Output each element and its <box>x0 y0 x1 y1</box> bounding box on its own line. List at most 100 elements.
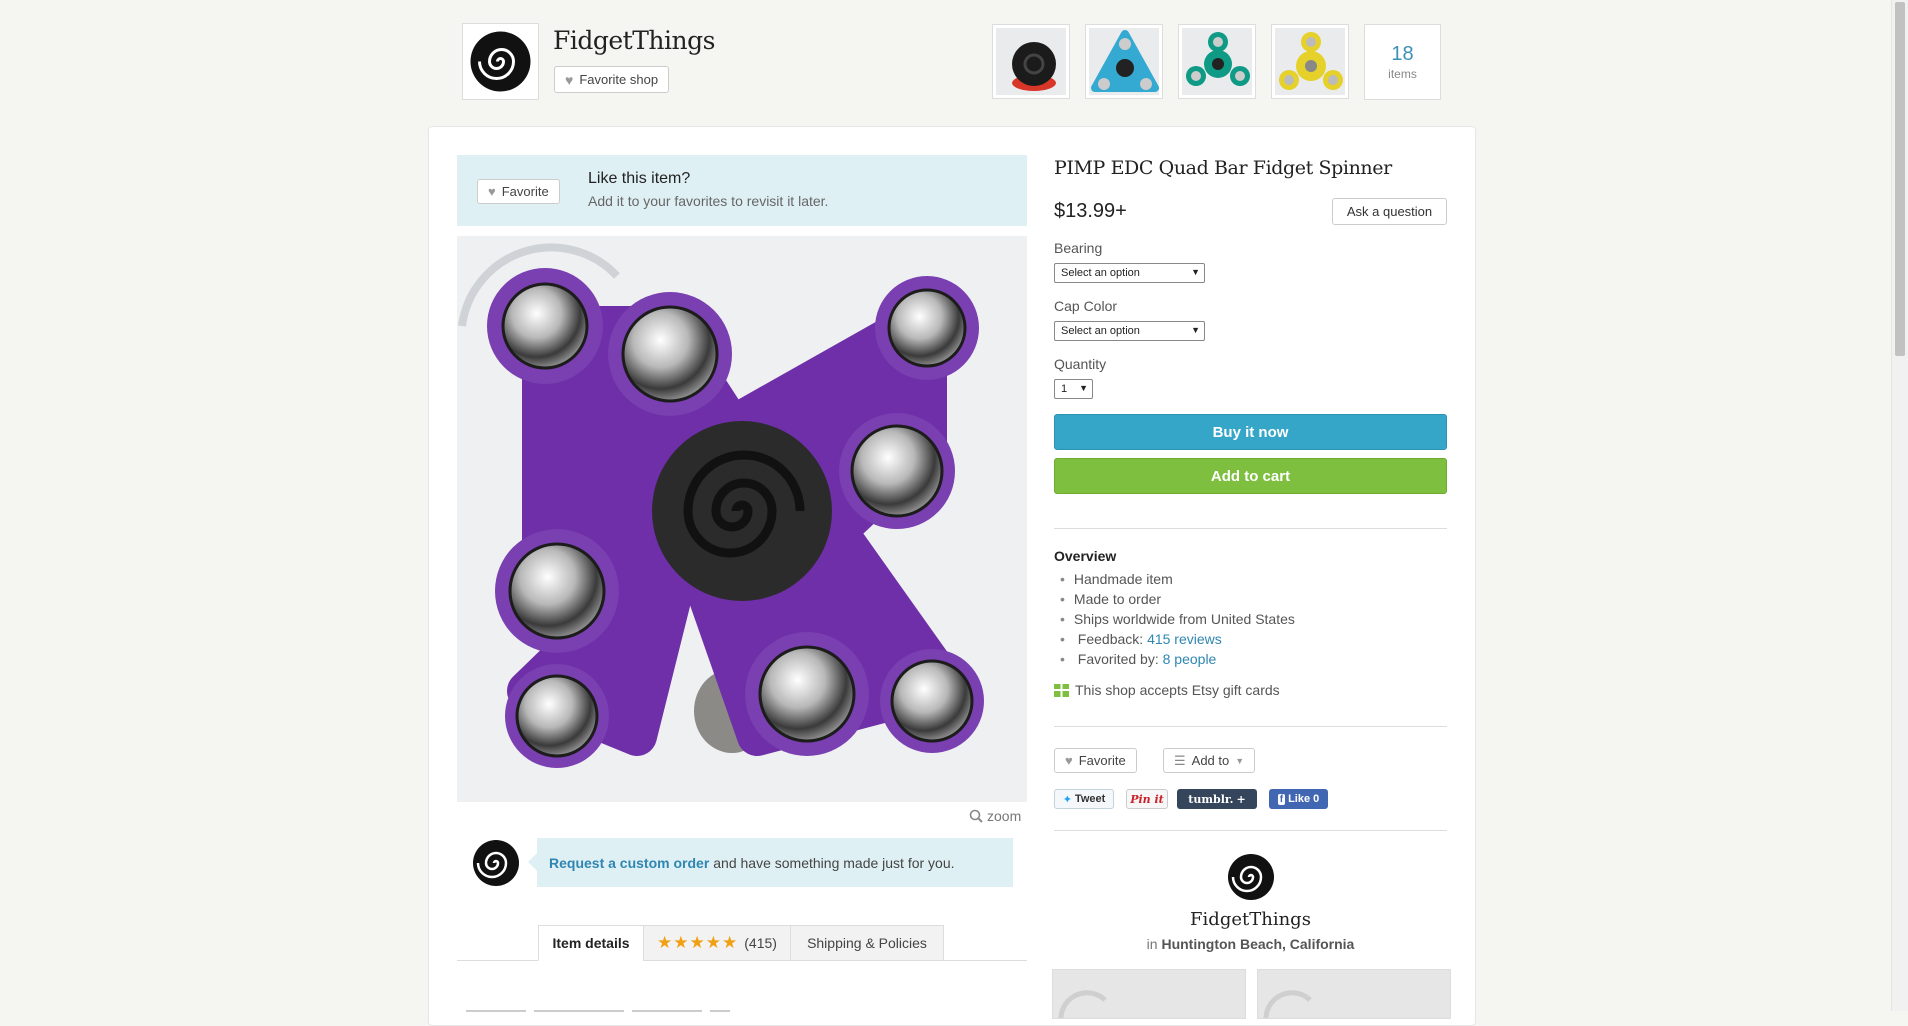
cap-color-label: Cap Color <box>1054 298 1118 314</box>
black-spinner-thumb <box>1012 42 1056 91</box>
like-item-banner: ♥ Favorite Like this item? Add it to you… <box>457 155 1027 226</box>
tweet-button[interactable]: ✦ Tweet <box>1054 789 1114 809</box>
feedback-label: Feedback: <box>1077 631 1144 647</box>
shop-item-thumb-2[interactable] <box>1085 24 1163 99</box>
gift-card-icon <box>1054 683 1069 697</box>
shop-item-thumb-1[interactable] <box>992 24 1070 99</box>
spiral-watermark-icon <box>1263 990 1312 1018</box>
like-banner-title: Like this item? <box>588 170 691 187</box>
custom-order-prompt: Request a custom order and have somethin… <box>528 838 1013 887</box>
favorite-button[interactable]: ♥ Favorite <box>1054 748 1137 773</box>
section-divider <box>1054 726 1447 727</box>
blue-spinner-thumb <box>1091 30 1159 92</box>
chevron-down-icon: ▼ <box>1235 755 1245 766</box>
add-to-list-button[interactable]: ☰ Add to ▼ <box>1163 748 1256 773</box>
add-to-cart-button[interactable]: Add to cart <box>1054 458 1447 494</box>
quantity-select[interactable]: 1 ▼ <box>1054 379 1093 399</box>
scrollbar-thumb[interactable] <box>1895 2 1905 356</box>
tab-reviews[interactable]: ★★★★★ (415) <box>643 925 791 961</box>
tweet-label: Tweet <box>1074 793 1106 805</box>
tumblr-label: tumblr. <box>1188 792 1234 806</box>
bearing-select[interactable]: Select an option ▼ <box>1054 263 1205 283</box>
facebook-like-label: Like 0 <box>1288 793 1320 805</box>
zoom-button[interactable]: zoom <box>969 808 1021 824</box>
list-item: Favorited by: 8 people <box>1060 649 1295 669</box>
tab-item-details[interactable]: Item details <box>538 925 644 961</box>
bearing-select-value: Select an option <box>1061 267 1140 279</box>
rating-stars-icon: ★★★★★ <box>657 933 739 952</box>
handmade-item-text: Handmade item <box>1073 571 1173 587</box>
shop-item-thumb-4[interactable] <box>1271 24 1349 99</box>
spiral-logo-icon <box>473 840 519 886</box>
shop-card-name[interactable]: FidgetThings <box>1054 909 1447 930</box>
favorite-button-label: Favorite <box>1078 753 1126 768</box>
facebook-like-button[interactable]: f Like 0 <box>1269 789 1328 809</box>
list-icon: ☰ <box>1174 752 1186 768</box>
location-name: Huntington Beach, California <box>1161 936 1355 952</box>
list-item: Made to order <box>1060 589 1295 609</box>
purple-fidget-spinner-image <box>457 236 1027 802</box>
product-main-image[interactable] <box>457 236 1027 802</box>
request-custom-order-link[interactable]: Request a custom order <box>549 855 709 871</box>
gift-cards-notice: This shop accepts Etsy gift cards <box>1054 682 1280 698</box>
shop-location: in Huntington Beach, California <box>1054 936 1447 952</box>
overview-list: Handmade item Made to order Ships worldw… <box>1060 569 1295 669</box>
heart-icon: ♥ <box>488 184 496 199</box>
dropdown-arrow-icon: ▼ <box>1191 325 1200 335</box>
buy-it-now-button[interactable]: Buy it now <box>1054 414 1447 450</box>
favorited-by-label: Favorited by: <box>1077 651 1159 667</box>
favorited-by-link[interactable]: 8 people <box>1163 651 1217 667</box>
shop-item-thumb-3[interactable] <box>1178 24 1256 99</box>
add-to-label: Add to <box>1191 753 1230 768</box>
magnifier-icon <box>969 809 983 823</box>
cap-color-select-value: Select an option <box>1061 325 1140 337</box>
heart-icon: ♥ <box>565 71 574 88</box>
plus-icon: + <box>1236 792 1246 806</box>
shop-card-logo[interactable] <box>1226 852 1276 902</box>
pin-it-button[interactable]: Pin it <box>1126 789 1168 809</box>
dropdown-arrow-icon: ▼ <box>1191 267 1200 277</box>
facebook-icon: f <box>1277 793 1286 805</box>
feedback-reviews-link[interactable]: 415 reviews <box>1147 631 1222 647</box>
heart-icon: ♥ <box>1065 753 1073 768</box>
spiral-watermark-icon <box>1058 990 1107 1018</box>
reviews-count: (415) <box>744 935 777 951</box>
favorite-label: Favorite <box>501 184 549 199</box>
made-to-order-text: Made to order <box>1073 591 1162 607</box>
tab-shipping-policies[interactable]: Shipping & Policies <box>790 925 944 961</box>
overview-heading: Overview <box>1054 548 1117 564</box>
shop-logo[interactable] <box>462 23 539 100</box>
ask-question-button[interactable]: Ask a question <box>1332 198 1447 225</box>
section-divider <box>1054 528 1447 529</box>
list-item: Ships worldwide from United States <box>1060 609 1295 629</box>
bearing-label: Bearing <box>1054 240 1103 256</box>
product-title: PIMP EDC Quad Bar Fidget Spinner <box>1054 157 1392 179</box>
items-count-number: 18 <box>1391 43 1414 65</box>
custom-order-text: and have something made just for you. <box>713 854 955 871</box>
yellow-spinner-thumb <box>1279 32 1343 90</box>
teal-spinner-thumb <box>1186 32 1250 86</box>
location-prefix: in <box>1146 936 1158 952</box>
favorite-item-button[interactable]: ♥ Favorite <box>477 179 560 204</box>
spiral-logo-icon <box>1228 854 1274 900</box>
quantity-select-value: 1 <box>1061 383 1068 395</box>
favorite-shop-button[interactable]: ♥ Favorite shop <box>554 66 670 93</box>
favorite-shop-label: Favorite shop <box>579 72 659 87</box>
shop-avatar[interactable] <box>471 838 521 888</box>
dropdown-arrow-icon: ▼ <box>1079 383 1088 393</box>
quantity-label: Quantity <box>1054 356 1107 372</box>
shop-card-thumb-1[interactable] <box>1052 969 1246 1019</box>
twitter-bird-icon: ✦ <box>1062 793 1072 806</box>
product-price: $13.99+ <box>1054 200 1127 222</box>
items-count-label: items <box>1388 67 1417 81</box>
shop-card-thumb-2[interactable] <box>1257 969 1451 1019</box>
page-scrollbar[interactable] <box>1891 0 1908 1011</box>
shop-name[interactable]: FidgetThings <box>553 26 715 55</box>
gift-cards-text: This shop accepts Etsy gift cards <box>1075 682 1280 698</box>
list-item: Feedback: 415 reviews <box>1060 629 1295 649</box>
section-divider <box>1054 830 1447 831</box>
shop-items-count[interactable]: 18 items <box>1364 24 1441 100</box>
spiral-logo-icon <box>470 31 531 92</box>
cap-color-select[interactable]: Select an option ▼ <box>1054 321 1205 341</box>
tumblr-button[interactable]: tumblr. + <box>1177 789 1257 809</box>
